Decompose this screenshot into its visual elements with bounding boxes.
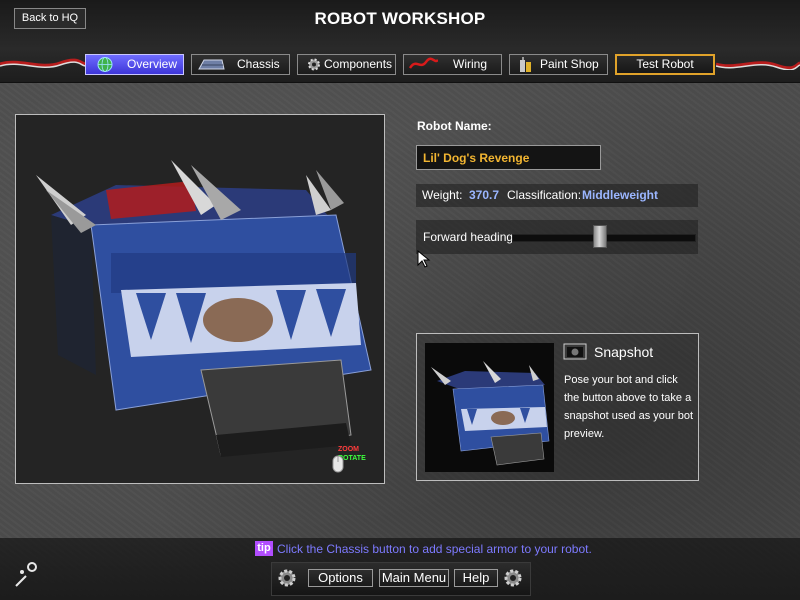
snapshot-description: Pose your bot and click the button above… — [564, 374, 694, 440]
tip-badge: tip — [255, 541, 273, 556]
top-bar: Back to HQ ROBOT WORKSHOP Overview Chass… — [0, 0, 800, 83]
page-title: ROBOT WORKSHOP — [314, 9, 486, 28]
chassis-icon — [198, 59, 225, 70]
tab-chassis-label: Chassis — [237, 57, 280, 71]
footer-menu-bar: Options Main Menu Help — [271, 562, 531, 596]
tab-test-robot-label: Test Robot — [636, 57, 694, 71]
weight-label: Weight: — [422, 188, 463, 202]
tab-wiring[interactable]: Wiring — [403, 54, 502, 75]
snapshot-preview-image — [425, 343, 554, 472]
tab-components[interactable]: Components — [297, 54, 396, 75]
snapshot-panel: Snapshot Pose your bot and click the but… — [416, 333, 699, 481]
main-menu-button[interactable]: Main Menu — [379, 569, 449, 587]
options-button[interactable]: Options — [308, 569, 373, 587]
gear-icon-right — [504, 569, 522, 587]
forward-heading-slider-thumb[interactable] — [592, 225, 607, 248]
robot-3d-viewport[interactable]: ZOOM ROTATE — [15, 114, 385, 484]
wrench-icon[interactable] — [12, 560, 40, 590]
tab-overview-label: Overview — [127, 57, 178, 71]
robot-render — [36, 160, 372, 457]
gear-icon-left — [278, 569, 296, 587]
camera-icon[interactable] — [563, 343, 587, 360]
classification-label: Classification: — [507, 188, 582, 202]
snapshot-title: Snapshot — [594, 344, 654, 360]
mouse-icon — [332, 455, 344, 473]
forward-heading-panel: Forward heading: — [416, 220, 698, 254]
wire-icon — [408, 57, 438, 69]
weight-class-panel: Weight: 370.7 Classification: Middleweig… — [416, 184, 698, 207]
tab-chassis[interactable]: Chassis — [191, 54, 290, 75]
tab-paint-shop[interactable]: Paint Shop — [509, 54, 608, 75]
tab-wiring-label: Wiring — [453, 57, 488, 71]
help-button[interactable]: Help — [454, 569, 498, 587]
zoom-hint-text: ZOOM — [338, 446, 359, 453]
tab-components-label: Components — [324, 57, 393, 71]
forward-heading-label: Forward heading: — [423, 230, 517, 244]
cable-decoration-left — [0, 58, 86, 69]
mouse-cursor-icon — [417, 250, 431, 268]
classification-value: Middleweight — [582, 188, 658, 202]
robot-name-label: Robot Name: — [417, 119, 492, 133]
tip-text: Click the Chassis button to add special … — [277, 542, 592, 556]
weight-value: 370.7 — [469, 188, 500, 202]
globe-icon — [97, 57, 113, 72]
tab-paint-shop-label: Paint Shop — [540, 57, 599, 71]
tab-overview[interactable]: Overview — [85, 54, 184, 75]
tab-test-robot[interactable]: Test Robot — [615, 54, 715, 75]
cable-decoration-right — [716, 61, 800, 70]
robot-name-input[interactable] — [416, 145, 601, 170]
